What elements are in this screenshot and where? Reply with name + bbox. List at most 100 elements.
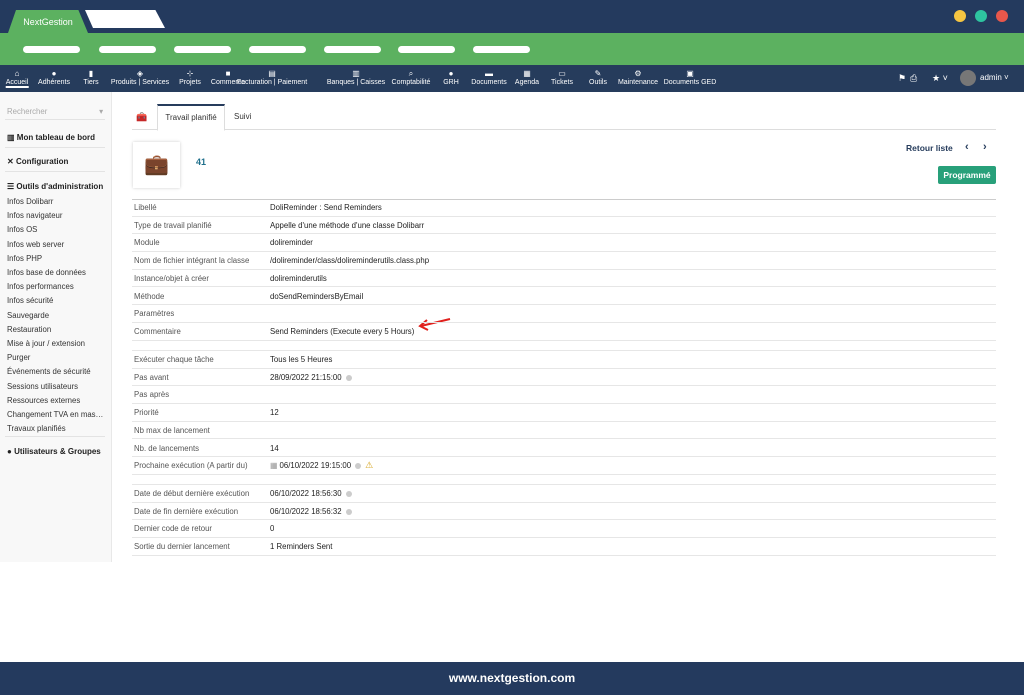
previous-icon[interactable]: ‹ [965,141,969,153]
menu-ticket[interactable]: ▭ Tickets [551,68,573,86]
tab-suivi[interactable]: Suivi [234,112,251,121]
field-row: Priorité 12 [132,404,996,422]
sidebar-item[interactable]: Sauvegarde [7,311,49,320]
sidebar-item[interactable]: Infos PHP [7,254,42,263]
field-label: Commentaire [134,326,181,336]
bookmark-placeholder[interactable] [99,46,156,53]
bookmark-placeholder[interactable] [473,46,530,53]
field-value: 0 [270,524,275,534]
sidebar-item[interactable]: Changement TVA en mas… [7,410,103,419]
tab-travail-planifie[interactable]: Travail planifié [157,104,225,131]
sidebar-item[interactable]: Sessions utilisateurs [7,382,78,391]
menu-folder[interactable]: ▬ Documents [471,68,506,86]
print-icon[interactable]: ⎙ [910,73,917,84]
search-placeholder: Rechercher [7,107,48,116]
sitemap-icon: ⊹ [186,69,194,78]
sidebar-item[interactable]: Infos base de données [7,268,86,277]
bank-icon: ▥ [352,69,360,78]
folder-icon: ▬ [485,69,493,78]
info-icon[interactable] [345,490,352,497]
maximize-button[interactable] [975,10,987,22]
menu-calendar[interactable]: ▦ Agenda [515,68,539,86]
menu-sitemap[interactable]: ⊹ Projets [179,68,201,86]
field-value: 28/09/2022 21:15:00 [270,369,352,386]
field-label: Dernier code de retour [134,524,213,534]
field-value: 12 [270,408,279,418]
close-button[interactable] [996,10,1008,22]
field-label: Priorité [134,408,159,418]
field-value: dolireminderutils [270,273,327,283]
field-row: Date de début dernière exécution 06/10/20… [132,485,996,503]
field-row: Nom de fichier intégrant la classe/dolir… [132,252,996,270]
sidebar-item[interactable]: Infos performances [7,282,74,291]
browser-tab-blank[interactable] [85,10,165,28]
menu-building[interactable]: ▮ Tiers [83,68,98,86]
bookmark-placeholder[interactable] [249,46,306,53]
menu-user[interactable]: ● Adhérents [38,68,70,86]
menu-money[interactable]: ▤ Facturation | Paiement [237,68,307,86]
menu-home[interactable]: ⌂ Accueil [5,68,29,88]
menu-wrench[interactable]: ✎ Outils [589,68,607,86]
user-menu[interactable]: admin ˅ [980,73,1009,82]
menu-label: Agenda [514,79,540,86]
field-label: Date de fin dernière exécution [134,506,239,516]
chevron-down-icon: ▾ [99,107,103,116]
sidebar-dashboard[interactable]: ▥ Mon tableau de bord [7,133,95,142]
sidebar-item[interactable]: Mise à jour / extension [7,339,85,348]
sidebar-item[interactable]: Infos web server [7,240,64,249]
menu-user-tie[interactable]: ● GRH [443,68,459,86]
field-label: Paramètres [134,309,175,319]
calendar-icon: ▦ [523,69,531,78]
star-bookmark-icon[interactable]: ★ ˅ [932,73,948,84]
field-label: Prochaine exécution (A partir du) [134,461,248,471]
sidebar-admin-tools[interactable]: ☰ Outils d'administration [7,182,103,191]
menu-label: Banques | Caisses [326,79,386,86]
home-icon: ⌂ [14,69,20,78]
menu-search-dollar[interactable]: ⌕ Comptabilité [392,68,431,86]
info-icon[interactable] [355,463,362,470]
field-row: Sortie du dernier lancement 1 Reminders S… [132,538,996,556]
flag-icon[interactable]: ⚑ [898,73,906,84]
field-value: dolireminder [270,238,313,248]
bookmark-placeholder[interactable] [324,46,381,53]
cron-icon: 🧰 [136,112,148,122]
warning-icon: ⚠ [365,460,374,471]
sidebar-item[interactable]: Travaux planifiés [7,424,66,433]
menu-cube[interactable]: ◈ Produits | Services [111,68,169,86]
field-row: Pas avant 28/09/2022 21:15:00 [132,369,996,387]
field-value: 1 Reminders Sent [270,542,333,552]
back-to-list-link[interactable]: Retour liste [906,143,953,153]
wrench-icon: ✎ [594,69,602,78]
sidebar-item[interactable]: Infos Dolibarr [7,197,53,206]
sidebar-item[interactable]: Ressources externes [7,396,80,405]
next-icon[interactable]: › [983,141,987,153]
info-icon[interactable] [345,508,352,515]
menu-cog[interactable]: ⚙ Maintenance [618,68,658,86]
sidebar-item[interactable]: Événements de sécurité [7,367,91,376]
sidebar-item[interactable]: Infos sécurité [7,296,53,305]
field-value: Tous les 5 Heures [270,355,333,364]
bookmark-placeholder[interactable] [174,46,231,53]
bookmark-placeholder[interactable] [398,46,455,53]
menu-ged[interactable]: ▣ Documents GED [664,68,717,86]
sidebar-configuration[interactable]: ✕ Configuration [7,157,68,166]
sidebar-item[interactable]: Restauration [7,325,51,334]
field-value: Appelle d'une méthode d'une classe Dolib… [270,220,425,230]
sidebar-item[interactable]: Infos navigateur [7,211,62,220]
sidebar-search[interactable]: Rechercher ▾ [7,107,103,116]
field-value: /dolireminder/class/dolireminderutils.cl… [270,256,430,266]
sidebar-item[interactable]: Infos OS [7,225,37,234]
info-icon[interactable] [345,374,352,381]
menu-bank[interactable]: ▥ Banques | Caisses [327,68,385,86]
bookmark-placeholder[interactable] [23,46,80,53]
field-label: Exécuter chaque tâche [134,355,214,364]
sidebar-users-groups[interactable]: ● Utilisateurs & Groupes [7,447,101,456]
sidebar-item[interactable]: Purger [7,353,30,362]
field-value: Send Reminders (Execute every 5 Hours) [270,326,415,336]
field-row: Exécuter chaque tâche Tous les 5 Heures [132,351,996,369]
field-label: Nb. de lancements [134,443,200,453]
minimize-button[interactable] [954,10,966,22]
avatar[interactable] [960,70,976,86]
menu-label: Documents [471,79,507,86]
browser-tab-active[interactable]: NextGestion [8,10,88,33]
